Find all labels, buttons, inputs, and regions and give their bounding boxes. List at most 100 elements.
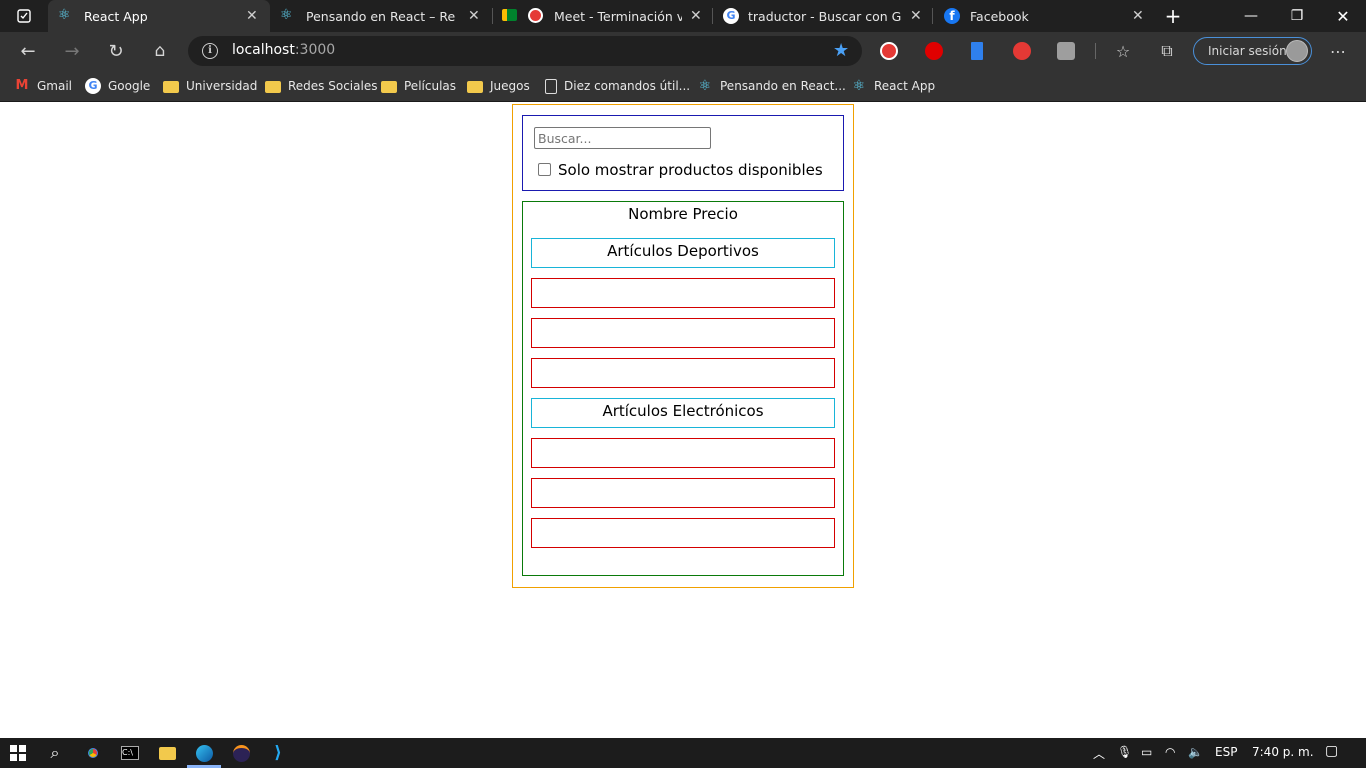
address-bar[interactable]: i localhost:3000 ★ xyxy=(188,36,862,66)
search-input[interactable] xyxy=(534,127,711,149)
product-row xyxy=(531,358,835,388)
clock[interactable]: 7:40 p. m. xyxy=(1252,745,1314,759)
bookmark-react-app[interactable]: ⚛ React App xyxy=(851,76,935,96)
avatar xyxy=(1286,40,1308,62)
puzzle-extension-icon[interactable] xyxy=(1057,42,1075,60)
restore-button[interactable]: ❐ xyxy=(1274,0,1320,32)
url-text[interactable]: localhost:3000 xyxy=(232,42,335,58)
tab-meet[interactable]: Meet - Terminación vista ✕ xyxy=(494,0,712,32)
gmail-icon: M xyxy=(15,78,29,93)
signin-button[interactable]: Iniciar sesión xyxy=(1193,37,1312,65)
info-icon[interactable]: i xyxy=(202,43,218,59)
notifications-icon[interactable]: ▢ xyxy=(1325,743,1338,759)
reload-icon: ↻ xyxy=(108,40,124,62)
close-window-button[interactable]: ✕ xyxy=(1320,0,1366,32)
start-button[interactable] xyxy=(7,742,29,764)
bookmark-peliculas[interactable]: Películas xyxy=(381,76,456,96)
close-icon[interactable]: ✕ xyxy=(246,8,258,24)
signin-label: Iniciar sesión xyxy=(1208,44,1287,58)
volume-icon[interactable]: 🔈 xyxy=(1188,745,1203,759)
bookmark-label: Diez comandos útil... xyxy=(564,79,691,93)
close-icon[interactable]: ✕ xyxy=(468,8,480,24)
product-row xyxy=(531,518,835,548)
stock-only-label: Solo mostrar productos disponibles xyxy=(558,161,823,179)
stock-only-checkbox[interactable] xyxy=(538,163,551,176)
tray-overflow-icon[interactable]: ︿ xyxy=(1093,745,1105,762)
bookmark-pensando-en-react[interactable]: ⚛ Pensando en React... xyxy=(697,76,846,96)
chrome-icon xyxy=(85,745,101,761)
tab-react-app[interactable]: ⚛ React App ✕ xyxy=(48,0,270,32)
home-icon: ⌂ xyxy=(154,41,166,61)
battery-icon[interactable]: ▭ xyxy=(1141,745,1152,759)
bookmark-juegos[interactable]: Juegos xyxy=(467,76,530,96)
collections-button[interactable]: ⧉ xyxy=(1155,39,1179,63)
wifi-icon[interactable]: ◠ xyxy=(1165,745,1175,759)
tab-separator xyxy=(932,8,933,24)
microphone-icon[interactable]: 🎙 xyxy=(1117,745,1132,759)
tab-facebook[interactable]: f Facebook ✕ xyxy=(934,0,1156,32)
back-button[interactable]: ← xyxy=(16,39,40,63)
adblock-extension-icon[interactable] xyxy=(880,42,898,60)
close-icon: ✕ xyxy=(1336,6,1350,26)
minimize-icon: — xyxy=(1244,8,1258,24)
favorite-star-icon[interactable]: ★ xyxy=(833,40,849,61)
taskbar-app-edge[interactable] xyxy=(193,742,215,764)
react-icon: ⚛ xyxy=(280,7,293,23)
category-row: Artículos Deportivos xyxy=(531,238,835,268)
home-button[interactable]: ⌂ xyxy=(148,39,172,63)
close-icon[interactable]: ✕ xyxy=(1132,8,1144,24)
search-bar: Solo mostrar productos disponibles xyxy=(522,115,844,191)
reload-button[interactable]: ↻ xyxy=(104,39,128,63)
taskbar-app-eclipse[interactable] xyxy=(230,742,252,764)
language-indicator[interactable]: ESP xyxy=(1215,745,1237,759)
recording-icon xyxy=(528,8,543,23)
tab-pensando-en-react[interactable]: ⚛ Pensando en React – React ✕ xyxy=(270,0,492,32)
page-icon xyxy=(545,78,557,94)
taskbar-app-terminal[interactable]: C:\ xyxy=(119,742,141,764)
bookmark-extension-icon[interactable] xyxy=(971,42,983,60)
arrow-left-icon: ← xyxy=(20,40,36,62)
new-tab-button[interactable]: + xyxy=(1160,0,1186,32)
bookmark-label: Gmail xyxy=(37,79,73,93)
search-button[interactable]: ⌕ xyxy=(44,742,66,764)
facebook-icon: f xyxy=(944,8,960,24)
product-row xyxy=(531,318,835,348)
url-port: :3000 xyxy=(294,42,336,58)
close-icon[interactable]: ✕ xyxy=(910,8,922,24)
tab-title: Pensando en React – React xyxy=(306,9,456,24)
filterable-product-table: Solo mostrar productos disponibles Nombr… xyxy=(512,104,854,588)
taskbar-app-explorer[interactable] xyxy=(156,742,178,764)
folder-icon xyxy=(467,81,483,93)
browser-toolbar: ← → ↻ ⌂ i localhost:3000 ★ ☆ ⧉ Iniciar s… xyxy=(0,32,1366,70)
minimize-button[interactable]: — xyxy=(1228,0,1274,32)
bookmark-diez-comandos[interactable]: Diez comandos útil... xyxy=(545,76,690,96)
plus-icon: + xyxy=(1164,4,1182,28)
close-icon[interactable]: ✕ xyxy=(690,8,702,24)
bookmark-universidad[interactable]: Universidad xyxy=(163,76,257,96)
infinity-extension-icon[interactable] xyxy=(925,42,943,60)
forward-button[interactable]: → xyxy=(60,39,84,63)
tab-actions-icon xyxy=(17,9,31,23)
table-header: Nombre Precio xyxy=(628,205,738,223)
bookmark-google[interactable]: G Google xyxy=(85,76,150,96)
product-row xyxy=(531,478,835,508)
meet-icon xyxy=(502,9,517,21)
folder-icon xyxy=(381,81,397,93)
eclipse-icon xyxy=(232,744,250,762)
tab-google-traductor[interactable]: G traductor - Buscar con Googl ✕ xyxy=(714,0,932,32)
page-viewport: Solo mostrar productos disponibles Nombr… xyxy=(0,102,1366,738)
favorites-button[interactable]: ☆ xyxy=(1111,39,1135,63)
folder-icon xyxy=(163,81,179,93)
tab-actions-button[interactable] xyxy=(0,0,48,32)
product-table: Nombre Precio Artículos Deportivos Artíc… xyxy=(522,201,844,576)
settings-more-button[interactable]: ⋯ xyxy=(1326,39,1350,63)
bookmark-label: Juegos xyxy=(490,79,530,93)
restore-icon: ❐ xyxy=(1290,8,1304,24)
taskbar-app-vscode[interactable]: ⟩ xyxy=(267,742,289,764)
bookmark-gmail[interactable]: M Gmail xyxy=(14,76,72,96)
bookmark-redes-sociales[interactable]: Redes Sociales xyxy=(265,76,377,96)
taskbar-app-chrome[interactable] xyxy=(82,742,104,764)
stop-extension-icon[interactable] xyxy=(1013,42,1031,60)
bookmarks-bar: M Gmail G Google Universidad Redes Sociale… xyxy=(0,70,1366,102)
react-icon: ⚛ xyxy=(852,78,866,94)
